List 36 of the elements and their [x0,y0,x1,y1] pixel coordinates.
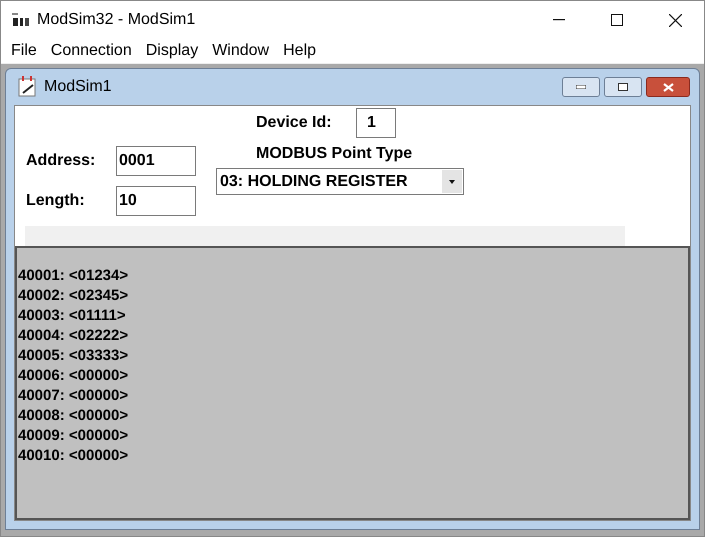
menu-item[interactable]: File [4,39,44,63]
register-value: 40009: <00000> [18,426,130,446]
register-value: 40001: <01234> [18,266,130,286]
register-value: 40007: <00000> [18,386,130,406]
register-value: 40008: <00000> [18,406,130,426]
app-icon [11,12,31,28]
close-icon [668,14,682,26]
register-value: 40004: <02222> [18,326,130,346]
register-value: 40002: <02345> [18,286,130,306]
close-icon [662,82,674,92]
register-value: 40006: <00000> [18,366,130,386]
menu-item[interactable]: Help [276,39,324,63]
close-button[interactable] [646,77,690,97]
window-title: ModSim32 - ModSim1 [37,10,196,30]
menu-item[interactable]: Display [138,39,206,63]
restore-icon [618,83,628,91]
address-label: Address: [26,151,96,171]
point-type-label: MODBUS Point Type [256,144,414,164]
length-field[interactable]: 10 [116,186,196,216]
register-value: 40005: <03333> [18,346,130,366]
menu-item[interactable]: Connection [44,39,139,63]
menu-item[interactable]: Window [205,39,276,63]
child-window-title: ModSim1 [44,77,112,97]
device-id-label: Device Id: [256,113,333,133]
minimize-button[interactable] [562,77,600,97]
minimize-icon [576,85,586,89]
address-field[interactable]: 0001 [116,146,196,176]
device-id-field[interactable]: 1 [356,108,396,138]
minimize-icon [553,19,565,21]
document-icon [18,76,38,98]
register-value: 40003: <01111> [18,306,127,326]
point-type-dropdown[interactable]: 03: HOLDING REGISTER [216,168,464,195]
restore-button[interactable] [604,77,642,97]
length-label: Length: [26,191,86,211]
register-value: 40010: <00000> [18,446,130,466]
maximize-icon [611,14,623,26]
